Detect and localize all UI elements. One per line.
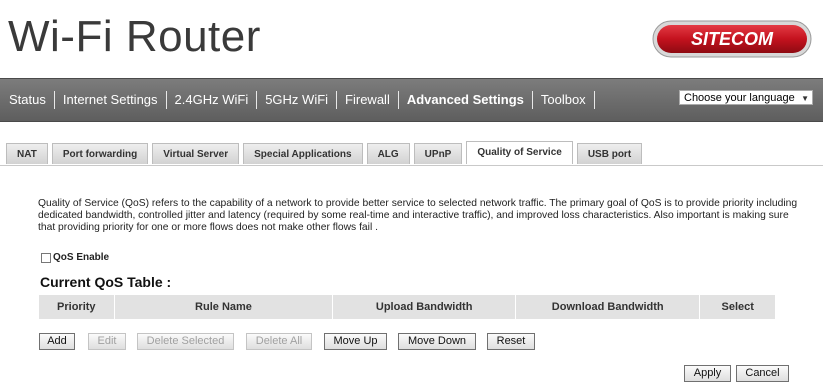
edit-button[interactable]: Edit <box>88 333 126 350</box>
tab-alg[interactable]: ALG <box>366 143 410 164</box>
delete-selected-button[interactable]: Delete Selected <box>137 333 234 350</box>
qos-table: Priority Rule Name Upload Bandwidth Down… <box>38 294 776 320</box>
tab-quality-of-service[interactable]: Quality of Service <box>466 141 573 164</box>
logo-text: SITECOM <box>691 29 774 49</box>
sub-tabs: NAT Port forwarding Virtual Server Speci… <box>6 141 646 165</box>
apply-button[interactable]: Apply <box>684 365 731 382</box>
tab-virtual-server[interactable]: Virtual Server <box>152 143 240 164</box>
language-select[interactable]: Choose your language ▼ <box>679 90 813 105</box>
nav-menu: Status Internet Settings 2.4GHz WiFi 5GH… <box>0 79 595 121</box>
nav-item-5ghz-wifi[interactable]: 5GHz WiFi <box>257 91 338 109</box>
qos-description: Quality of Service (QoS) refers to the c… <box>38 198 798 233</box>
qos-table-title: Current QoS Table : <box>40 274 172 290</box>
tab-upnp[interactable]: UPnP <box>413 143 463 164</box>
page-title: Wi-Fi Router <box>8 12 261 61</box>
qos-enable-checkbox[interactable] <box>41 252 51 263</box>
column-header-upload-bandwidth: Upload Bandwidth <box>332 294 516 320</box>
cancel-button[interactable]: Cancel <box>736 365 789 382</box>
qos-enable-row: QoS Enable <box>41 252 109 263</box>
tab-usb-port[interactable]: USB port <box>576 143 643 164</box>
move-down-button[interactable]: Move Down <box>398 333 476 350</box>
reset-button[interactable]: Reset <box>487 333 535 350</box>
nav-item-status[interactable]: Status <box>0 91 55 109</box>
nav-item-2-4ghz-wifi[interactable]: 2.4GHz WiFi <box>167 91 258 109</box>
add-button[interactable]: Add <box>39 333 75 350</box>
column-header-download-bandwidth: Download Bandwidth <box>514 294 701 320</box>
tab-divider <box>0 165 823 166</box>
nav-item-advanced-settings[interactable]: Advanced Settings <box>399 91 533 109</box>
qos-enable-label: QoS Enable <box>53 252 110 263</box>
chevron-down-icon: ▼ <box>801 94 809 103</box>
table-header-row: Priority Rule Name Upload Bandwidth Down… <box>38 294 776 320</box>
language-select-value: Choose your language <box>684 92 795 104</box>
sitecom-logo: SITECOM <box>652 20 812 58</box>
column-header-rule-name: Rule Name <box>113 294 334 320</box>
column-header-priority: Priority <box>38 294 115 320</box>
tab-special-applications[interactable]: Special Applications <box>243 143 363 164</box>
tab-nat[interactable]: NAT <box>6 143 48 164</box>
tab-port-forwarding[interactable]: Port forwarding <box>51 143 149 164</box>
nav-item-internet-settings[interactable]: Internet Settings <box>55 91 167 109</box>
nav-item-firewall[interactable]: Firewall <box>337 91 399 109</box>
delete-all-button[interactable]: Delete All <box>246 333 312 350</box>
column-header-select: Select <box>699 294 776 320</box>
top-navigation: Status Internet Settings 2.4GHz WiFi 5GH… <box>0 78 823 122</box>
nav-item-toolbox[interactable]: Toolbox <box>533 91 595 109</box>
move-up-button[interactable]: Move Up <box>324 333 387 350</box>
